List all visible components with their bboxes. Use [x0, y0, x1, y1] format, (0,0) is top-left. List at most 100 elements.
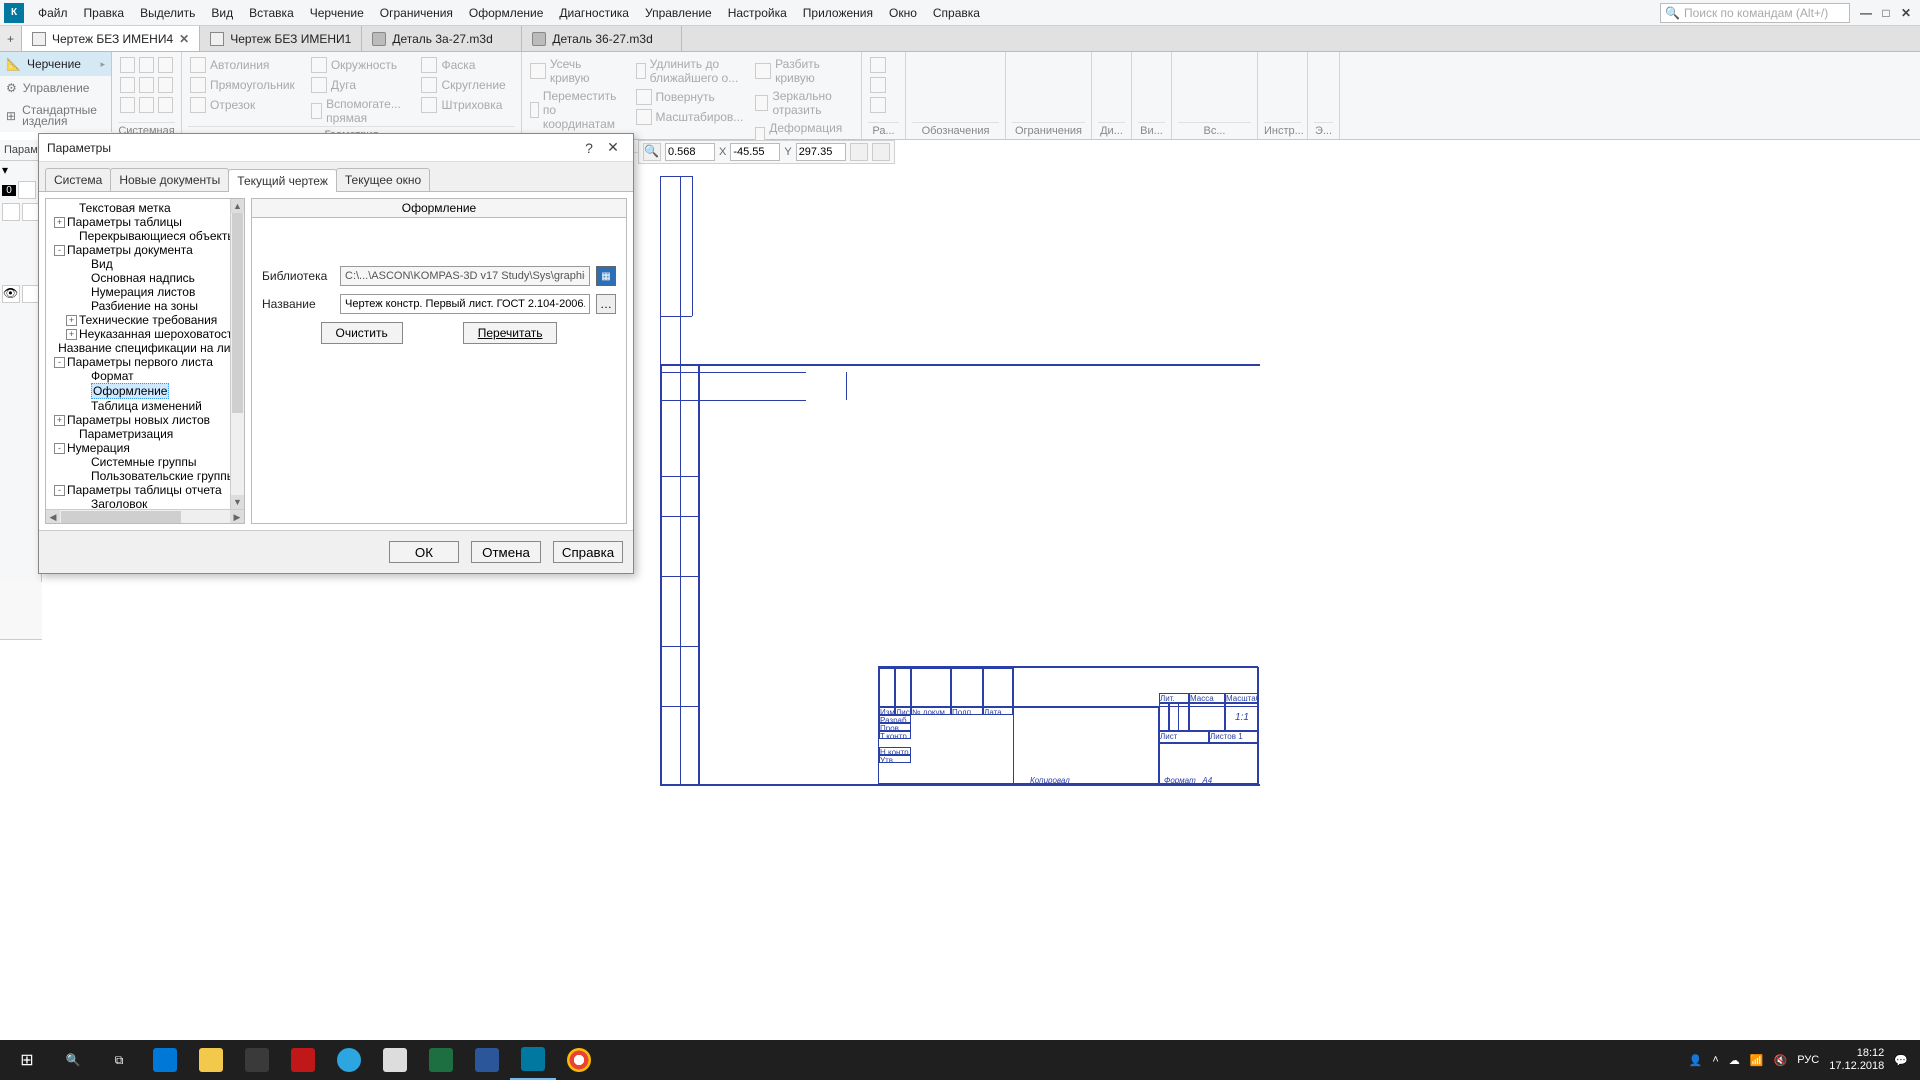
tree-node[interactable]: Разбиение на зоны — [48, 299, 244, 313]
zoom-input[interactable] — [665, 143, 715, 161]
tool-icon[interactable] — [870, 57, 886, 73]
menu-insert[interactable]: Вставка — [241, 2, 302, 24]
command-search[interactable]: 🔍 Поиск по командам (Alt+/) — [1660, 3, 1850, 23]
tool-arc[interactable]: Дуга — [309, 76, 408, 94]
explorer-icon[interactable] — [188, 1040, 234, 1080]
lib-path-input[interactable] — [340, 266, 590, 286]
close-icon[interactable]: ✕ — [1896, 6, 1916, 20]
tree-node[interactable]: -Параметры документа — [48, 243, 244, 257]
tree-node[interactable]: +Технические требования — [48, 313, 244, 327]
mode-drawing[interactable]: 📐Черчение▸ — [0, 52, 111, 76]
expand-icon[interactable]: - — [54, 245, 65, 256]
network-icon[interactable]: 📶 — [1750, 1054, 1764, 1067]
tool-move[interactable]: Переместить по координатам — [528, 88, 626, 132]
tool-extend[interactable]: Удлинить до ближайшего о... — [634, 56, 746, 86]
name-input[interactable] — [340, 294, 590, 314]
tree-node[interactable]: Перекрывающиеся объекты — [48, 229, 244, 243]
reread-button[interactable]: Перечитать — [463, 322, 558, 344]
volume-icon[interactable]: 🔇 — [1774, 1054, 1788, 1067]
doctab-1[interactable]: Чертеж БЕЗ ИМЕНИ1 — [200, 26, 362, 51]
expand-icon[interactable]: - — [54, 357, 65, 368]
tree-node[interactable]: Текстовая метка — [48, 201, 244, 215]
tool-mirror[interactable]: Зеркально отразить — [753, 88, 863, 118]
tray-chevron-icon[interactable]: ˄ — [1712, 1054, 1718, 1066]
task-view-button[interactable]: ⧉ — [96, 1040, 142, 1080]
tool-icon[interactable] — [139, 97, 154, 113]
tree-node[interactable]: -Параметры таблицы отчета — [48, 483, 244, 497]
tree-node[interactable]: Название спецификации на лист — [48, 341, 244, 355]
word-icon[interactable] — [464, 1040, 510, 1080]
props-icon[interactable] — [22, 203, 40, 221]
telegram-icon[interactable] — [326, 1040, 372, 1080]
props-icon[interactable] — [18, 181, 36, 199]
people-icon[interactable]: 👤 — [1689, 1054, 1703, 1067]
tool-line[interactable]: Отрезок — [188, 96, 297, 114]
kompas-icon[interactable] — [510, 1040, 556, 1080]
menu-constraints[interactable]: Ограничения — [372, 2, 461, 24]
lock-icon[interactable] — [850, 143, 868, 161]
menu-manage[interactable]: Управление — [637, 2, 720, 24]
dialog-help-icon[interactable]: ? — [577, 140, 601, 156]
tree-node[interactable]: Системные группы — [48, 455, 244, 469]
dropdown-icon[interactable]: ▾ — [2, 163, 8, 177]
expand-icon[interactable]: - — [54, 485, 65, 496]
tool-chamfer[interactable]: Фаска — [419, 56, 515, 74]
edit-icon[interactable] — [872, 143, 890, 161]
doctab-3[interactable]: Деталь 36-27.m3d — [522, 26, 682, 51]
dialog-help-button[interactable]: Справка — [553, 541, 623, 563]
notifications-icon[interactable]: 💬 — [1894, 1054, 1908, 1067]
tree-node[interactable]: Параметризация — [48, 427, 244, 441]
tool-icon[interactable] — [139, 57, 154, 73]
menu-file[interactable]: Файл — [30, 2, 76, 24]
menu-help[interactable]: Справка — [925, 2, 988, 24]
tree-node[interactable]: +Параметры таблицы — [48, 215, 244, 229]
tab-current-drawing[interactable]: Текущий чертеж — [228, 169, 337, 192]
clock[interactable]: 18:12 17.12.2018 — [1829, 1047, 1884, 1073]
ok-button[interactable]: ОК — [389, 541, 459, 563]
expand-icon[interactable]: - — [54, 443, 65, 454]
tool-rotate[interactable]: Повернуть — [634, 88, 746, 106]
chrome-icon[interactable] — [556, 1040, 602, 1080]
tree-node[interactable]: Нумерация листов — [48, 285, 244, 299]
mode-standard[interactable]: ⊞Стандартные изделия — [0, 100, 111, 132]
doctab-0[interactable]: Чертеж БЕЗ ИМЕНИ4 ✕ — [22, 26, 200, 51]
doctab-2[interactable]: Деталь 3а-27.m3d — [362, 26, 522, 51]
cancel-button[interactable]: Отмена — [471, 541, 541, 563]
tree-scrollbar-v[interactable]: ▲▼ — [230, 199, 244, 509]
tab-new-docs[interactable]: Новые документы — [110, 168, 229, 191]
menu-window[interactable]: Окно — [881, 2, 925, 24]
tree-list[interactable]: Текстовая метка+Параметры таблицыПерекры… — [46, 199, 244, 523]
tool-icon[interactable] — [158, 77, 173, 93]
menu-drawing[interactable]: Черчение — [302, 2, 372, 24]
menu-diagnostics[interactable]: Диагностика — [551, 2, 637, 24]
menu-design[interactable]: Оформление — [461, 2, 551, 24]
tree-node[interactable]: -Параметры первого листа — [48, 355, 244, 369]
tool-icon[interactable] — [870, 97, 886, 113]
store-icon[interactable] — [234, 1040, 280, 1080]
minimize-icon[interactable]: — — [1856, 6, 1876, 20]
new-doc-button[interactable]: + — [0, 26, 22, 51]
tree-node[interactable]: Пользовательские группы — [48, 469, 244, 483]
y-input[interactable] — [796, 143, 846, 161]
clear-button[interactable]: Очистить — [321, 322, 403, 344]
lib-browse-button[interactable]: ▦ — [596, 266, 616, 286]
tool-circle[interactable]: Окружность — [309, 56, 408, 74]
excel-icon[interactable] — [418, 1040, 464, 1080]
tree-node[interactable]: +Неуказанная шероховатость — [48, 327, 244, 341]
dialog-titlebar[interactable]: Параметры ? ✕ — [39, 134, 633, 162]
menu-settings[interactable]: Настройка — [720, 2, 795, 24]
tool-rect[interactable]: Прямоугольник — [188, 76, 297, 94]
tree-scrollbar-h[interactable]: ◀▶ — [46, 509, 244, 523]
filter-icon[interactable] — [2, 203, 20, 221]
eye-icon[interactable]: 👁 — [2, 285, 20, 303]
tool-icon[interactable] — [870, 77, 886, 93]
tab-current-window[interactable]: Текущее окно — [336, 168, 430, 191]
mail-icon[interactable] — [372, 1040, 418, 1080]
menu-view[interactable]: Вид — [203, 2, 241, 24]
tab-system[interactable]: Система — [45, 168, 111, 191]
tree-node[interactable]: Оформление — [48, 383, 244, 399]
menu-select[interactable]: Выделить — [132, 2, 203, 24]
tree-node[interactable]: Вид — [48, 257, 244, 271]
expand-icon[interactable]: + — [54, 415, 65, 426]
search-button[interactable]: 🔍 — [50, 1040, 96, 1080]
